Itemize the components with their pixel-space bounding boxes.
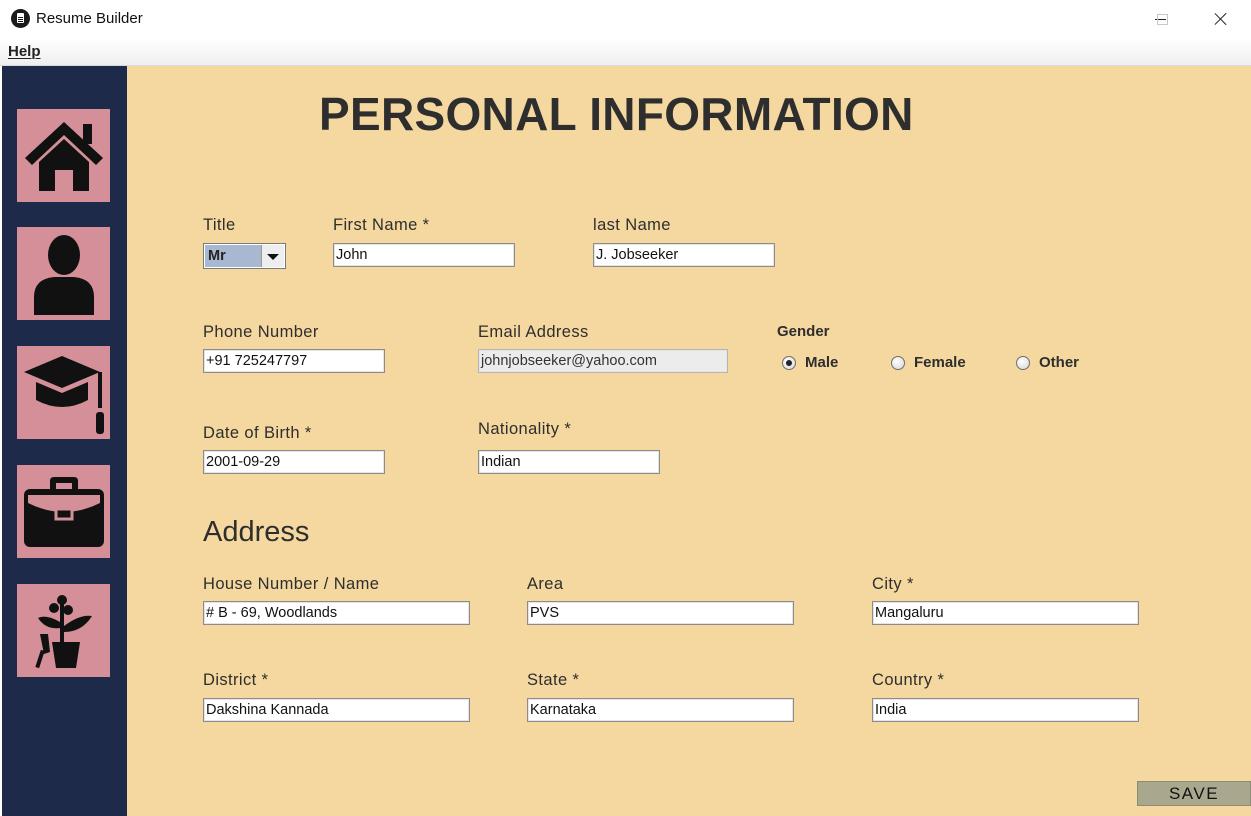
title-select-value: Mr xyxy=(205,245,261,267)
title-bar: Resume Builder xyxy=(0,0,1251,38)
area-field[interactable]: PVS xyxy=(527,601,794,625)
title-select[interactable]: Mr xyxy=(203,243,286,269)
country-label: Country * xyxy=(872,671,945,689)
last-name-field[interactable]: J. Jobseeker xyxy=(593,243,775,267)
state-field[interactable]: Karnataka xyxy=(527,698,794,722)
nationality-field[interactable]: Indian xyxy=(478,450,660,474)
chevron-down-icon[interactable] xyxy=(261,245,284,267)
sidebar xyxy=(2,66,127,816)
home-icon xyxy=(24,121,103,191)
house-label: House Number / Name xyxy=(203,575,380,593)
sidebar-item-home[interactable] xyxy=(17,109,110,202)
city-label: City * xyxy=(872,575,914,593)
plant-shovel-icon xyxy=(34,594,92,668)
close-button[interactable] xyxy=(1198,0,1244,38)
title-label: Title xyxy=(203,216,236,234)
close-icon xyxy=(1214,12,1228,26)
gender-other-label: Other xyxy=(1039,354,1080,371)
dob-field[interactable]: 2001-09-29 xyxy=(203,450,385,474)
sidebar-item-experience[interactable] xyxy=(17,465,110,558)
user-icon xyxy=(33,234,94,315)
window-title: Resume Builder xyxy=(36,10,143,27)
save-button[interactable]: SAVE xyxy=(1137,781,1251,806)
state-label: State * xyxy=(527,671,580,689)
first-name-field[interactable]: John xyxy=(333,243,515,267)
sidebar-item-education[interactable] xyxy=(17,346,110,439)
nationality-label: Nationality * xyxy=(478,420,572,438)
app-icon xyxy=(11,9,30,28)
address-heading: Address xyxy=(203,516,310,548)
radio-checked-icon xyxy=(782,355,796,370)
dob-label: Date of Birth * xyxy=(203,424,312,442)
page-title: PERSONAL INFORMATION xyxy=(319,88,914,140)
maximize-icon xyxy=(1156,13,1168,25)
maximize-button[interactable] xyxy=(1139,0,1185,38)
radio-unchecked-icon xyxy=(1016,355,1030,370)
briefcase-icon xyxy=(23,476,104,547)
radio-unchecked-icon xyxy=(891,355,905,370)
menu-bar: Help xyxy=(0,38,1251,66)
personal-info-panel: PERSONAL INFORMATION Title Mr First Name… xyxy=(127,66,1251,816)
gender-label: Gender xyxy=(777,323,830,340)
house-field[interactable]: # B - 69, Woodlands xyxy=(203,601,470,625)
gender-female-radio[interactable]: Female xyxy=(891,354,966,371)
first-name-label: First Name * xyxy=(333,216,430,234)
phone-field[interactable]: +91 725247797 xyxy=(203,349,385,373)
email-field[interactable]: johnjobseeker@yahoo.com xyxy=(478,349,728,373)
graduation-cap-icon xyxy=(23,355,104,434)
phone-label: Phone Number xyxy=(203,323,319,341)
last-name-label: last Name xyxy=(593,216,671,234)
city-field[interactable]: Mangaluru xyxy=(872,601,1139,625)
gender-male-label: Male xyxy=(805,354,839,371)
country-field[interactable]: India xyxy=(872,698,1139,722)
sidebar-item-profile[interactable] xyxy=(17,227,110,320)
email-label: Email Address xyxy=(478,323,589,341)
gender-male-radio[interactable]: Male xyxy=(782,354,838,371)
area-label: Area xyxy=(527,575,564,593)
district-label: District * xyxy=(203,671,269,689)
gender-other-radio[interactable]: Other xyxy=(1016,354,1079,371)
district-field[interactable]: Dakshina Kannada xyxy=(203,698,470,722)
sidebar-item-skills[interactable] xyxy=(17,584,110,677)
menu-help[interactable]: Help xyxy=(8,43,41,60)
gender-female-label: Female xyxy=(914,354,966,371)
